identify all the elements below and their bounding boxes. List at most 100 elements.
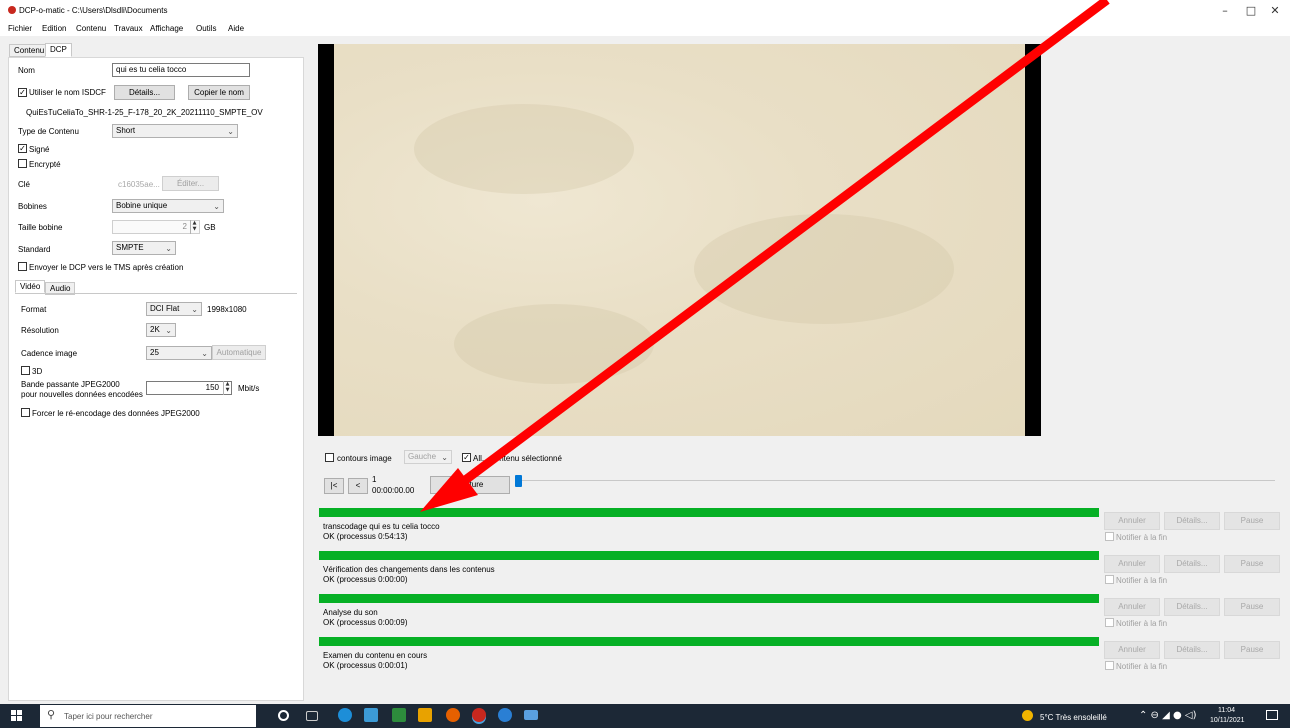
menu-aide[interactable]: Aide bbox=[228, 24, 244, 33]
app-icon-green[interactable] bbox=[392, 708, 406, 722]
isdcf-label: Utiliser le nom ISDCF bbox=[29, 88, 106, 97]
title-bar bbox=[0, 0, 1290, 22]
menu-travaux[interactable]: Travaux bbox=[114, 24, 143, 33]
tab-video[interactable]: Vidéo bbox=[15, 280, 46, 293]
job-pause-button[interactable]: Pause bbox=[1224, 512, 1280, 530]
edit-key-button[interactable]: Éditer... bbox=[162, 176, 219, 191]
reel-size-unit: GB bbox=[204, 223, 216, 232]
eye-select[interactable]: Gauche ⌄ bbox=[404, 450, 452, 464]
job-pause-button[interactable]: Pause bbox=[1224, 555, 1280, 573]
reels-select[interactable]: Bobine unique ⌄ bbox=[112, 199, 224, 213]
eye-value: Gauche bbox=[408, 452, 437, 461]
content-type-label: Type de Contenu bbox=[18, 127, 79, 136]
notify-checkbox[interactable] bbox=[1105, 661, 1114, 670]
tray-icons[interactable]: ⌃ ⊖ ◢ ● ◁) bbox=[1139, 710, 1196, 721]
play-button[interactable]: Lecture bbox=[430, 476, 510, 494]
send-tms-checkbox[interactable] bbox=[18, 262, 27, 271]
copy-name-button[interactable]: Copier le nom bbox=[188, 85, 250, 100]
notify-checkbox[interactable] bbox=[1105, 532, 1114, 541]
go-start-button[interactable]: |< bbox=[324, 478, 344, 494]
menu-affichage[interactable]: Affichage bbox=[150, 24, 183, 33]
resolution-select[interactable]: 2K ⌄ bbox=[146, 323, 176, 337]
reels-value: Bobine unique bbox=[116, 201, 168, 210]
job-pause-button[interactable]: Pause bbox=[1224, 598, 1280, 616]
timeline-slider[interactable] bbox=[520, 480, 1275, 481]
job-cancel-button[interactable]: Annuler bbox=[1104, 598, 1160, 616]
prev-frame-button[interactable]: < bbox=[348, 478, 368, 494]
letterbox-right bbox=[1025, 44, 1041, 436]
isdcf-checkbox[interactable]: ✓ bbox=[18, 88, 27, 97]
signed-checkbox[interactable]: ✓ bbox=[18, 144, 27, 153]
content-type-select[interactable]: Short ⌄ bbox=[112, 124, 238, 138]
app-icon-round-blue[interactable] bbox=[498, 708, 512, 722]
tab-contenu[interactable]: Contenu bbox=[9, 44, 50, 57]
tab-dcp[interactable]: DCP bbox=[45, 43, 72, 57]
dcpomatic-taskbar-icon[interactable] bbox=[472, 708, 486, 722]
all-content-checkbox[interactable]: ✓ bbox=[462, 453, 471, 462]
menu-edition[interactable]: Edition bbox=[42, 24, 66, 33]
framerate-select[interactable]: 25 ⌄ bbox=[146, 346, 212, 360]
standard-value: SMPTE bbox=[116, 243, 144, 252]
framerate-label: Cadence image bbox=[21, 349, 78, 358]
job-pause-button[interactable]: Pause bbox=[1224, 641, 1280, 659]
clock-time[interactable]: 11:04 bbox=[1218, 707, 1235, 714]
taskbar-search[interactable]: ⚲ Taper ici pour rechercher bbox=[40, 705, 256, 727]
menu-outils[interactable]: Outils bbox=[196, 24, 216, 33]
task-view-icon[interactable] bbox=[306, 711, 318, 721]
reel-size-input[interactable]: 2 bbox=[112, 220, 200, 234]
cortana-icon[interactable] bbox=[278, 710, 289, 721]
encrypted-checkbox[interactable] bbox=[18, 159, 27, 168]
search-icon: ⚲ bbox=[47, 708, 56, 721]
signed-label: Signé bbox=[29, 145, 50, 154]
explorer-icon[interactable] bbox=[418, 708, 432, 722]
minimize-button[interactable]: – bbox=[1216, 4, 1234, 18]
notify-checkbox[interactable] bbox=[1105, 618, 1114, 627]
timeline-handle[interactable] bbox=[515, 475, 522, 487]
app-icon-window[interactable] bbox=[524, 710, 538, 720]
format-select[interactable]: DCI Flat ⌄ bbox=[146, 302, 202, 316]
notification-icon[interactable] bbox=[1266, 710, 1278, 720]
notify-checkbox[interactable] bbox=[1105, 575, 1114, 584]
standard-select[interactable]: SMPTE ⌄ bbox=[112, 241, 176, 255]
bandwidth-input[interactable]: 150 bbox=[146, 381, 232, 395]
force-reencode-checkbox[interactable] bbox=[21, 408, 30, 417]
weather-text[interactable]: 5°C Très ensoleillé bbox=[1040, 713, 1107, 722]
outline-label: contours image bbox=[337, 454, 392, 463]
job-details-button[interactable]: Détails... bbox=[1164, 641, 1220, 659]
resolution-value: 2K bbox=[150, 325, 160, 334]
all-content-label: All... contenu sélectionné bbox=[473, 454, 562, 463]
clock-date[interactable]: 10/11/2021 bbox=[1210, 717, 1245, 724]
details-button[interactable]: Détails... bbox=[114, 85, 175, 100]
menu-fichier[interactable]: Fichier bbox=[8, 24, 32, 33]
reel-size-label: Taille bobine bbox=[18, 223, 63, 232]
windows-start-icon[interactable] bbox=[11, 710, 23, 722]
job-details-button[interactable]: Détails... bbox=[1164, 555, 1220, 573]
nom-input[interactable]: qui es tu celia tocco bbox=[112, 63, 250, 77]
reel-size-spinner[interactable]: ▲ ▼ bbox=[190, 220, 198, 234]
maximize-button[interactable]: □ bbox=[1242, 4, 1260, 18]
tab-divider bbox=[15, 293, 297, 294]
window-title: DCP-o-matic - C:\Users\Dlsdli\Documents bbox=[19, 6, 168, 15]
outline-checkbox[interactable] bbox=[325, 453, 334, 462]
notify-label: Notifier à la fin bbox=[1116, 662, 1168, 671]
job-progress-bar bbox=[319, 637, 1099, 646]
job-progress-bar bbox=[319, 508, 1099, 517]
job-cancel-button[interactable]: Annuler bbox=[1104, 512, 1160, 530]
bandwidth-label-2: pour nouvelles données encodées bbox=[21, 390, 143, 399]
auto-framerate-button[interactable]: Automatique bbox=[212, 345, 266, 360]
job-status: OK (processus 0:00:09) bbox=[323, 618, 408, 627]
bandwidth-spinner[interactable]: ▲ ▼ bbox=[223, 381, 231, 395]
format-label: Format bbox=[21, 305, 47, 314]
edge-icon[interactable] bbox=[338, 708, 352, 722]
job-cancel-button[interactable]: Annuler bbox=[1104, 555, 1160, 573]
job-details-button[interactable]: Détails... bbox=[1164, 598, 1220, 616]
notify-label: Notifier à la fin bbox=[1116, 619, 1168, 628]
app-icon-blue[interactable] bbox=[364, 708, 378, 722]
firefox-icon[interactable] bbox=[446, 708, 460, 722]
job-cancel-button[interactable]: Annuler bbox=[1104, 641, 1160, 659]
job-details-button[interactable]: Détails... bbox=[1164, 512, 1220, 530]
3d-checkbox[interactable] bbox=[21, 366, 30, 375]
reels-label: Bobines bbox=[18, 202, 47, 211]
menu-contenu[interactable]: Contenu bbox=[76, 24, 106, 33]
close-button[interactable]: ✕ bbox=[1266, 4, 1284, 18]
